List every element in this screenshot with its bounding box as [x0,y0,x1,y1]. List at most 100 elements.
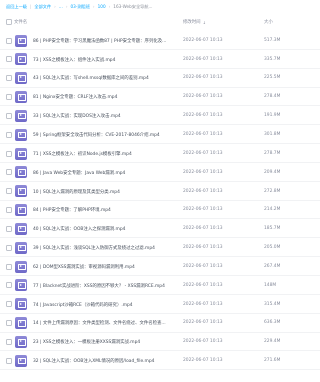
file-row[interactable]: 77 | Blacknet实战进阶：XSS的原因不够大？ - XSS漏洞RCE.… [0,276,320,295]
file-row[interactable]: 10 | SQL注入漏洞的原理及其类型分类.mp4 2022-06-07 10:1… [0,182,320,201]
file-size: 335.7M [264,56,281,62]
back-link[interactable]: 返回上一级 [6,4,27,10]
file-modified-time: 2022-06-07 10:13 [183,339,223,345]
file-name[interactable]: 59 | Spring框架安全攻击代码分析：CVE-2017-8046介绍.mp… [33,132,181,138]
breadcrumb-item-all-files[interactable]: 全部文件 [34,4,51,10]
file-name[interactable]: 74 | Javascript沙箱RCE（沙箱代码的研究）.mp4 [33,302,181,308]
row-checkbox[interactable] [6,150,12,157]
file-name[interactable]: 33 | SQL注入实战：实现DOS注入攻击.mp4 [33,113,181,119]
row-checkbox[interactable] [6,282,12,289]
breadcrumb-chevron-icon: › [65,4,68,9]
row-checkbox[interactable] [6,112,12,119]
column-header-time[interactable]: 修改时间 ↓ [183,19,206,26]
video-file-icon [15,317,27,330]
file-row[interactable]: 40 | SQL注入实战：OOB注入之探测漏洞.mp4 2022-06-07 10… [0,219,320,239]
file-name[interactable]: 73 | XSS之模板注入：组件注入实战.mp4 [33,57,181,63]
row-checkbox[interactable] [6,75,12,82]
file-modified-time: 2022-06-07 10:13 [183,226,223,232]
video-file-icon [15,34,27,47]
file-list: 86 | PHP安全专题：学习黑魔法函数87 | PHP安全专题：序列化及...… [0,31,320,371]
file-row[interactable]: 14 | 文件上传漏洞原因：文件类型检测、文件名绕过、文件名检查... 2022-… [0,314,320,333]
file-row[interactable]: 62 | DOM型XSS漏洞实战：审视源码漏洞利用.mp4 2022-06-07 … [0,257,320,276]
row-checkbox[interactable] [6,207,12,214]
row-checkbox[interactable] [6,94,12,101]
file-modified-time: 2022-06-07 10:13 [183,301,223,307]
file-row[interactable]: 74 | Javascript沙箱RCE（沙箱代码的研究）.mp4 2022-06… [0,295,320,314]
row-checkbox[interactable] [6,263,12,270]
video-file-icon [15,91,27,104]
file-size: 205.0M [264,245,281,251]
file-size: 185.7M [264,226,281,232]
file-row[interactable]: 71 | XSS之模板注入：初识Node.js模板引擎.mp4 2022-06-0… [0,144,320,163]
file-row[interactable]: 33 | SQL注入实战：实现DOS注入攻击.mp4 2022-06-07 10:… [0,106,320,126]
row-checkbox[interactable] [6,357,12,364]
row-checkbox[interactable] [6,225,12,232]
breadcrumb-item-folder[interactable]: 100 [98,4,106,9]
select-all-checkbox[interactable] [6,19,12,25]
file-modified-time: 2022-06-07 10:13 [183,320,223,326]
file-modified-time: 2022-06-07 10:13 [183,245,223,251]
row-checkbox[interactable] [6,339,12,345]
row-checkbox[interactable] [6,188,12,195]
file-name[interactable]: 62 | DOM型XSS漏洞实战：审视源码漏洞利用.mp4 [33,264,181,270]
video-file-icon [15,336,27,348]
file-modified-time: 2022-06-07 10:13 [183,94,223,100]
file-name[interactable]: 40 | SQL注入实战：OOB注入之探测漏洞.mp4 [33,226,181,232]
file-name[interactable]: 84 | PHP安全专题：了解PHP环境.mp4 [33,207,181,213]
video-file-icon [15,354,27,367]
breadcrumb-item-ellipsis[interactable]: ... [59,4,63,9]
file-name[interactable]: 77 | Blacknet实战进阶：XSS的原因不够大？ - XSS漏洞RCE.… [33,283,181,289]
file-row[interactable]: 86 | Java Web安全专题：Java Web漏洞.mp4 2022-06-… [0,163,320,182]
file-size: 271.6M [264,358,281,364]
file-size: 148M [264,282,277,288]
video-file-icon [15,222,27,235]
file-row[interactable]: 73 | XSS之模板注入：组件注入实战.mp4 2022-06-07 10:13… [0,50,320,69]
column-header-time-label: 修改时间 [183,20,201,25]
file-modified-time: 2022-06-07 10:13 [183,75,223,81]
file-row[interactable]: 39 | SQL注入实战：浅谈SQL注入防御方式及绕过之过滤.mp4 2022-0… [0,238,320,258]
row-checkbox[interactable] [6,169,12,176]
file-row[interactable]: 23 | XSS之模板注入：一模板注册XXSS漏洞实战.mp4 2022-06-0… [0,333,320,352]
file-modified-time: 2022-06-07 10:13 [183,37,223,43]
file-row[interactable]: 59 | Spring框架安全攻击代码分析：CVE-2017-8046介绍.mp… [0,125,320,145]
file-size: 278.7M [264,150,281,156]
column-header-size[interactable]: 大小 [264,19,273,25]
video-file-icon [15,147,27,160]
video-file-icon [15,185,27,198]
row-checkbox[interactable] [6,320,12,327]
file-row[interactable]: 86 | PHP安全专题：学习黑魔法函数87 | PHP安全专题：序列化及...… [0,31,320,50]
file-name[interactable]: 86 | Java Web安全专题：Java Web漏洞.mp4 [33,170,181,176]
file-name[interactable]: 81 | Nginx安全专题：CRLF注入攻击.mp4 [33,94,181,100]
file-modified-time: 2022-06-07 10:13 [183,263,223,269]
file-size: 209.4M [264,169,281,175]
breadcrumb-chevron-icon: › [108,4,111,9]
row-checkbox[interactable] [6,56,12,63]
file-name[interactable]: 14 | 文件上传漏洞原因：文件类型检测、文件名绕过、文件名检查... [33,320,181,326]
file-list-header: 文件名 修改时间 ↓ 大小 [0,13,320,31]
breadcrumb-chevron-icon: › [54,4,56,9]
file-size: 272.8M [264,188,281,194]
breadcrumb-item-folder[interactable]: 03-测阻班 [71,4,90,10]
file-row[interactable]: 81 | Nginx安全专题：CRLF注入攻击.mp4 2022-06-07 10… [0,88,320,107]
breadcrumb: 返回上一级 | 全部文件 › ... › 03-测阻班 › 100 › 163-… [0,0,320,13]
row-checkbox[interactable] [6,244,12,251]
file-name[interactable]: 71 | XSS之模板注入：初识Node.js模板引擎.mp4 [33,151,181,157]
file-modified-time: 2022-06-07 10:13 [183,282,223,288]
column-header-name[interactable]: 文件名 [14,19,27,25]
video-file-icon [15,53,27,66]
file-name[interactable]: 10 | SQL注入漏洞的原理及其类型分类.mp4 [33,189,181,195]
file-row[interactable]: 84 | PHP安全专题：了解PHP环境.mp4 2022-06-07 10:13… [0,201,320,220]
video-file-icon [15,279,27,292]
file-name[interactable]: 39 | SQL注入实战：浅谈SQL注入防御方式及绕过之过滤.mp4 [33,245,181,251]
breadcrumb-current: 163-Web安全导航... [113,3,153,9]
file-name[interactable]: 23 | XSS之模板注入：一模板注册XXSS漏洞实战.mp4 [33,339,181,345]
row-checkbox[interactable] [6,301,12,308]
file-row[interactable]: 32 | SQL注入实战：OOB注入XML情况的原因/load_file.mp4… [0,351,320,371]
file-modified-time: 2022-06-07 10:13 [183,358,223,364]
file-name[interactable]: 43 | SQL注入实战：写shell.mssql数据库之间的差别.mp4 [33,75,181,81]
file-name[interactable]: 86 | PHP安全专题：学习黑魔法函数87 | PHP安全专题：序列化及... [33,38,181,44]
row-checkbox[interactable] [6,131,12,138]
file-name[interactable]: 32 | SQL注入实战：OOB注入XML情况的原因/load_file.mp4 [33,358,181,364]
row-checkbox[interactable] [6,37,12,44]
file-row[interactable]: 43 | SQL注入实战：写shell.mssql数据库之间的差别.mp4 202… [0,69,320,88]
